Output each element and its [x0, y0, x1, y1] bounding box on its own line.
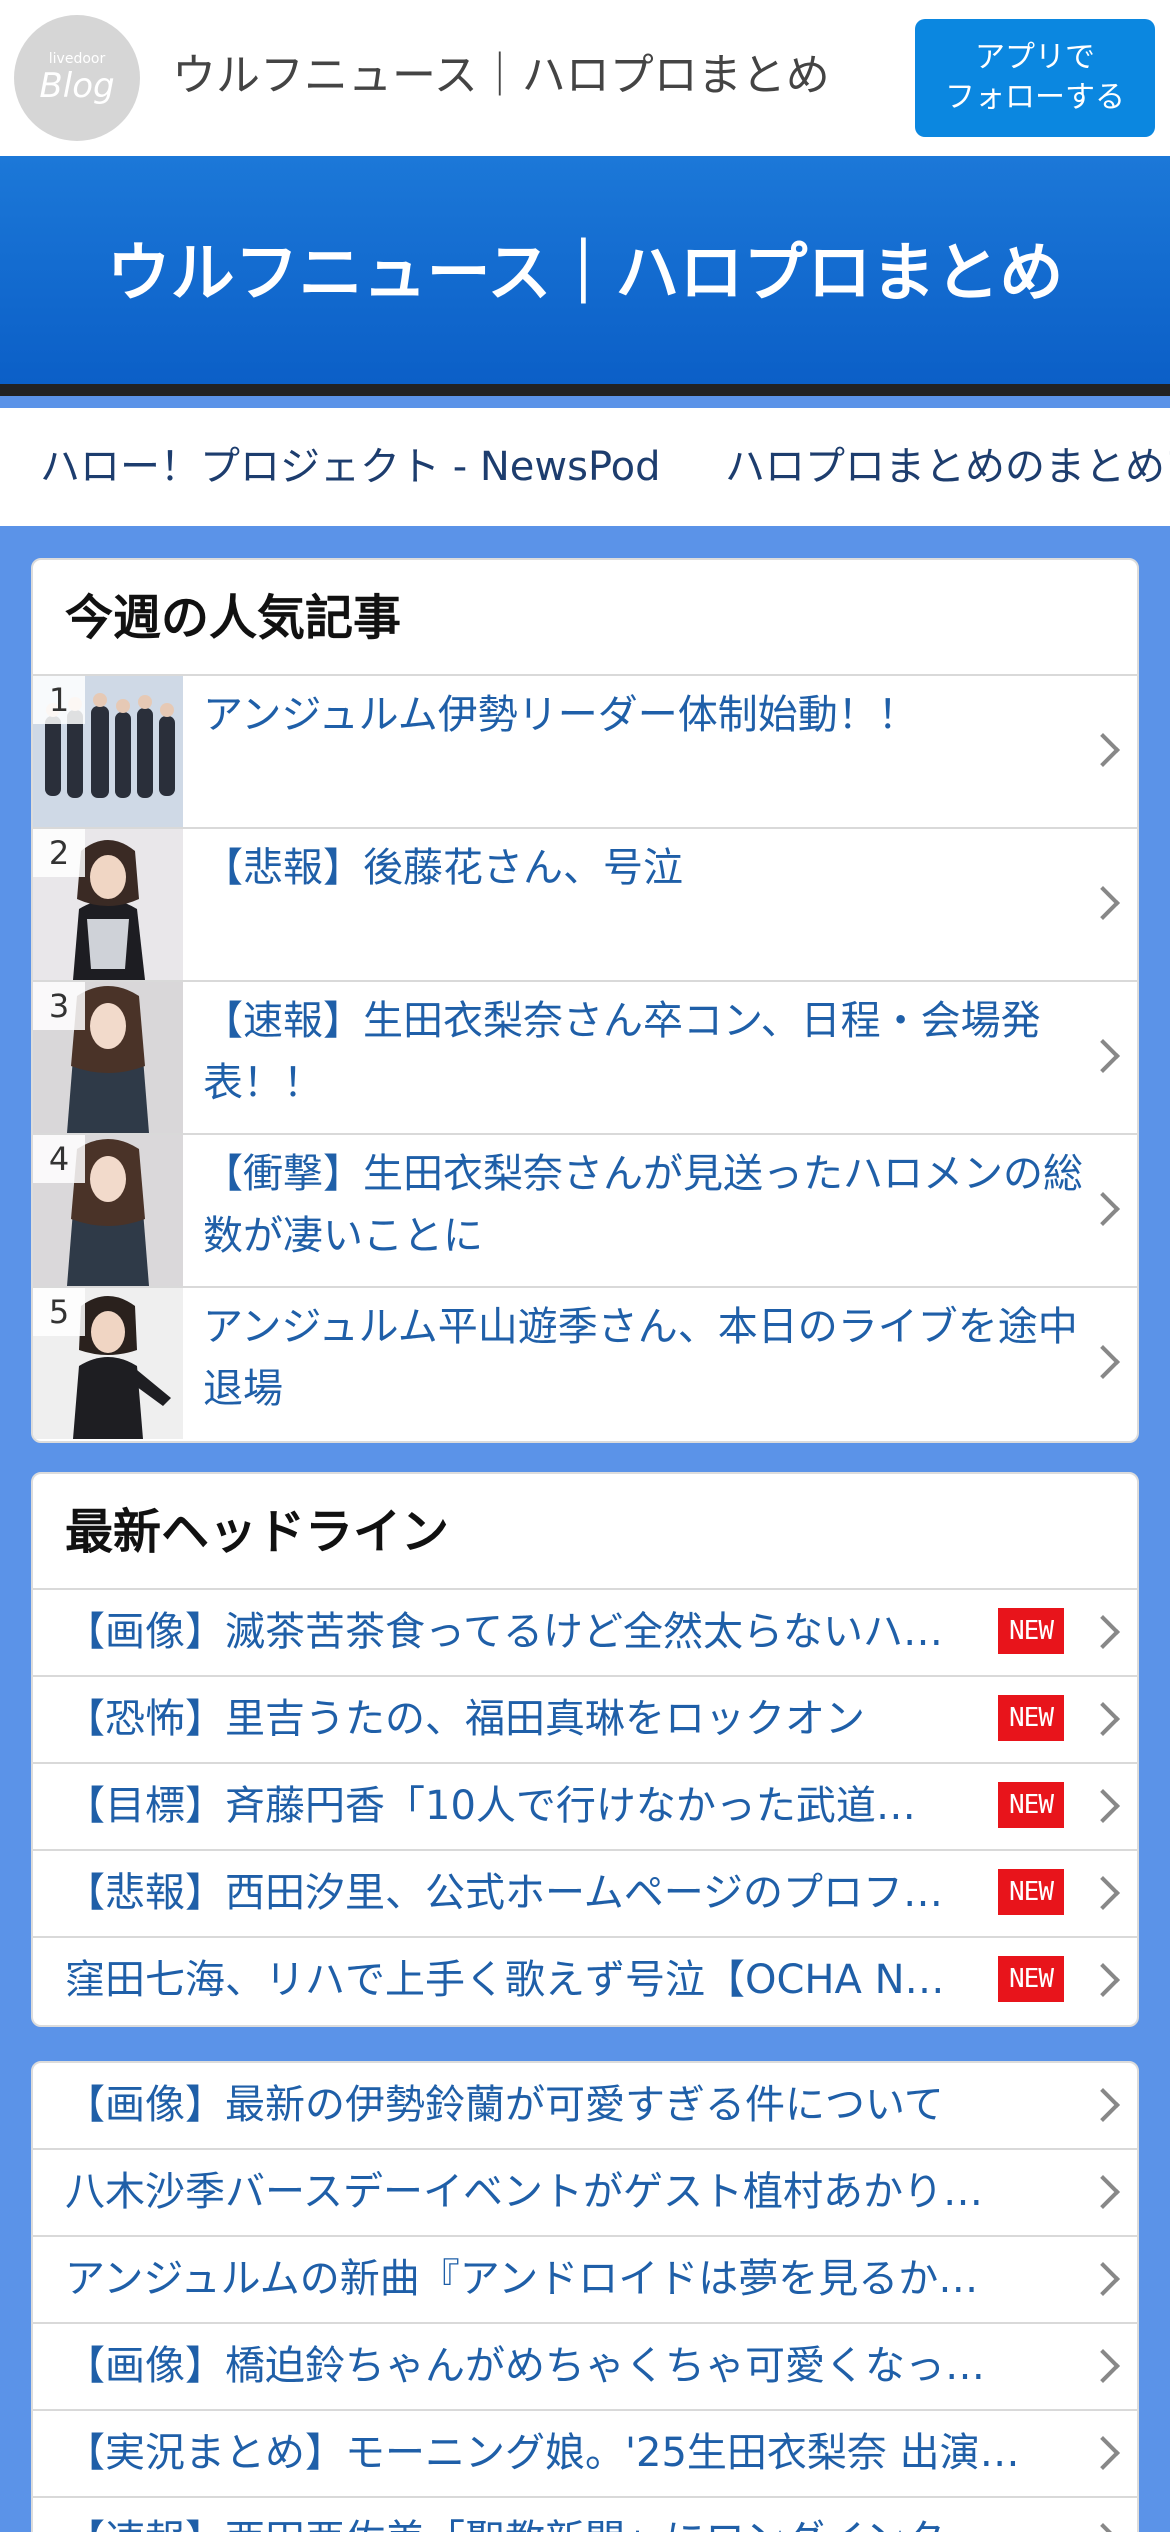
article-row[interactable]: 【実況まとめ】モーニング娘。'25生田衣梨奈 出演…: [33, 2411, 1137, 2498]
headline-row[interactable]: 【画像】滅茶苦茶食ってるけど全然太らないハ… NEW: [33, 1590, 1137, 1677]
article-thumbnail: 4: [33, 1135, 183, 1286]
headline-row[interactable]: 【恐怖】里吉うたの、福田真琳をロックオン NEW: [33, 1677, 1137, 1764]
headline-text: 【画像】滅茶苦茶食ってるけど全然太らないハ…: [65, 1609, 943, 1655]
new-badge: NEW: [998, 1695, 1064, 1741]
chevron-right-icon: [1086, 1789, 1120, 1823]
new-badge: NEW: [998, 1869, 1064, 1915]
related-link[interactable]: ハロプロまとめのまとめア: [725, 442, 1170, 492]
chevron-right-icon: [1086, 1702, 1120, 1736]
related-link[interactable]: ハロー！プロジェクト - NewsPod: [40, 442, 661, 492]
popular-article-title: 【速報】生田衣梨奈さん卒コン、日程・会場発表！！: [203, 998, 1041, 1106]
chevron-right-icon: [1086, 2523, 1120, 2532]
rank-number: 2: [33, 829, 85, 877]
article-text: アンジュルムの新曲『アンドロイドは夢を見るか…: [65, 2256, 979, 2302]
headline-row[interactable]: 【悲報】西田汐里、公式ホームページのプロフ… NEW: [33, 1851, 1137, 1938]
article-thumbnail: 2: [33, 829, 183, 980]
new-badge: NEW: [998, 1608, 1064, 1654]
popular-article-row[interactable]: 5 アンジュルム平山遊季さん、本日のライブを途中退場: [33, 1288, 1137, 1441]
headline-text: 窪田七海、リハで上手く歌えず号泣【OCHA N…: [65, 1957, 945, 2003]
follow-in-app-button[interactable]: アプリで フォローする: [915, 19, 1155, 137]
follow-line1: アプリで: [975, 40, 1095, 75]
more-articles-card: 【画像】最新の伊勢鈴蘭が可愛すぎる件について 八木沙季バースデーイベントがゲスト…: [31, 2061, 1139, 2532]
article-text: 八木沙季バースデーイベントがゲスト植村あかり…: [65, 2169, 983, 2215]
headline-row[interactable]: 窪田七海、リハで上手く歌えず号泣【OCHA N… NEW: [33, 1938, 1137, 2025]
article-thumbnail: 1: [33, 676, 183, 827]
chevron-right-icon: [1086, 2262, 1120, 2296]
chevron-right-icon: [1086, 1876, 1120, 1910]
article-row[interactable]: 【画像】橋迫鈴ちゃんがめちゃくちゃ可愛くなっ…: [33, 2324, 1137, 2411]
article-row[interactable]: 【速報】西田亜佐美「聖教新聞」にロングインタ…: [33, 2498, 1137, 2532]
headline-text: 【目標】斉藤円香「10人で行けなかった武道…: [65, 1783, 916, 1829]
popular-article-title: アンジュルム平山遊季さん、本日のライブを途中退場: [203, 1304, 1078, 1412]
headline-row[interactable]: 【目標】斉藤円香「10人で行けなかった武道… NEW: [33, 1764, 1137, 1851]
logo-big-text: Blog: [39, 66, 115, 106]
chevron-right-icon: [1086, 2175, 1120, 2209]
chevron-right-icon: [1086, 1963, 1120, 1997]
article-thumbnail: 3: [33, 982, 183, 1133]
article-text: 【実況まとめ】モーニング娘。'25生田衣梨奈 出演…: [65, 2430, 1020, 2476]
article-text: 【画像】最新の伊勢鈴蘭が可愛すぎる件について: [65, 2082, 944, 2128]
headline-text: 【悲報】西田汐里、公式ホームページのプロフ…: [65, 1870, 943, 1916]
chevron-right-icon: [1086, 2349, 1120, 2383]
related-links-strip: ハロー！プロジェクト - NewsPod ハロプロまとめのまとめア: [0, 408, 1170, 526]
popular-article-row[interactable]: 1 アンジュルム伊勢リーダー体制始動！！: [33, 676, 1137, 829]
article-row[interactable]: 【画像】最新の伊勢鈴蘭が可愛すぎる件について: [33, 2063, 1137, 2150]
chevron-right-icon: [1086, 2088, 1120, 2122]
article-text: 【画像】橋迫鈴ちゃんがめちゃくちゃ可愛くなっ…: [65, 2343, 985, 2389]
rank-number: 5: [33, 1288, 85, 1336]
article-row[interactable]: 八木沙季バースデーイベントがゲスト植村あかり…: [33, 2150, 1137, 2237]
popular-article-row[interactable]: 2 【悲報】後藤花さん、号泣: [33, 829, 1137, 982]
top-bar: livedoor Blog ウルフニュース｜ハロプロまとめ アプリで フォローす…: [0, 0, 1170, 156]
popular-article-title: 【悲報】後藤花さん、号泣: [203, 845, 683, 891]
headline-text: 【恐怖】里吉うたの、福田真琳をロックオン: [65, 1696, 865, 1742]
chevron-right-icon: [1086, 1615, 1120, 1649]
article-row[interactable]: アンジュルムの新曲『アンドロイドは夢を見るか…: [33, 2237, 1137, 2324]
rank-number: 3: [33, 982, 85, 1030]
livedoor-blog-logo[interactable]: livedoor Blog: [14, 15, 140, 141]
chevron-right-icon: [1086, 2436, 1120, 2470]
popular-article-title: アンジュルム伊勢リーダー体制始動！！: [203, 692, 918, 738]
article-thumbnail: 5: [33, 1288, 183, 1439]
popular-article-title: 【衝撃】生田衣梨奈さんが見送ったハロメンの総数が凄いことに: [203, 1151, 1083, 1259]
popular-title: 今週の人気記事: [33, 560, 1137, 676]
popular-articles-card: 今週の人気記事 1 アンジュルム伊勢リーダー体制始動！！ 2 【悲報】後藤花さん…: [31, 558, 1139, 1443]
latest-headlines-card: 最新ヘッドライン 【画像】滅茶苦茶食ってるけど全然太らないハ… NEW 【恐怖】…: [31, 1472, 1139, 2027]
new-badge: NEW: [998, 1956, 1064, 2002]
article-text: 【速報】西田亜佐美「聖教新聞」にロングインタ…: [65, 2498, 1075, 2532]
popular-article-row[interactable]: 3 【速報】生田衣梨奈さん卒コン、日程・会場発表！！: [33, 982, 1137, 1135]
blog-banner[interactable]: ウルフニュース｜ハロプロまとめ: [0, 156, 1170, 396]
rank-number: 1: [33, 676, 85, 724]
popular-article-row[interactable]: 4 【衝撃】生田衣梨奈さんが見送ったハロメンの総数が凄いことに: [33, 1135, 1137, 1288]
logo-small-text: livedoor: [48, 51, 106, 67]
new-badge: NEW: [998, 1782, 1064, 1828]
follow-line2: フォローする: [945, 80, 1125, 115]
rank-number: 4: [33, 1135, 85, 1183]
headlines-title: 最新ヘッドライン: [33, 1474, 1137, 1590]
site-title[interactable]: ウルフニュース｜ハロプロまとめ: [172, 46, 830, 106]
banner-title: ウルフニュース｜ハロプロまとめ: [106, 237, 1064, 311]
